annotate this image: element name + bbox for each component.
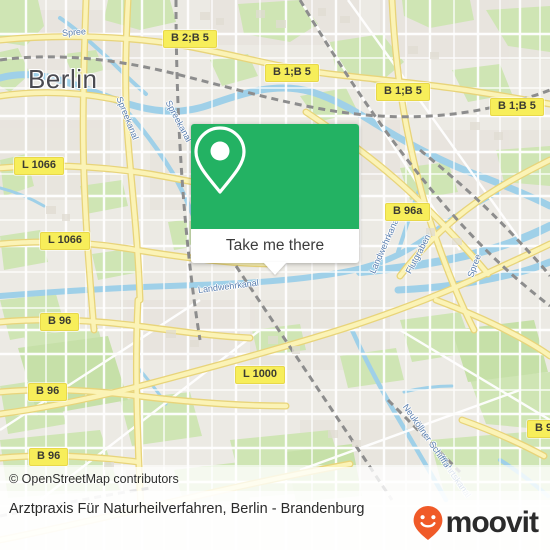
road-shield: B 9: [527, 420, 550, 438]
popup-pointer-tail: [263, 262, 287, 275]
road-shield: L 1066: [40, 232, 91, 250]
road-shield: B 1;B 5: [265, 64, 319, 82]
place-popup-card[interactable]: Take me there: [191, 124, 359, 275]
footer-bar: Arztpraxis Für Naturheilverfahren, Berli…: [0, 491, 550, 550]
road-shield: L 1066: [14, 157, 65, 175]
road-shield: B 96a: [385, 203, 431, 221]
place-popup-image: [191, 124, 359, 229]
road-shield: B 96: [40, 313, 80, 331]
road-shield: B 1;B 5: [490, 98, 544, 116]
road-shield: B 96: [29, 448, 69, 466]
map-attribution-bar: © OpenStreetMap contributors: [0, 467, 550, 491]
road-shield: L 1000: [235, 366, 286, 384]
map-pin-icon: [194, 126, 246, 194]
moovit-logo[interactable]: moovit: [412, 505, 539, 541]
road-shield: B 1;B 5: [376, 83, 430, 101]
osm-attribution-text[interactable]: © OpenStreetMap contributors: [0, 472, 179, 486]
road-shield: B 96: [28, 383, 68, 401]
moovit-pin-smiley-icon: [413, 506, 443, 540]
place-title: Arztpraxis Für Naturheilverfahren, Berli…: [9, 501, 365, 517]
take-me-there-button[interactable]: Take me there: [191, 229, 359, 263]
screenshot-root: Berlin Spree Spreekanal Spreekanal Landwehr…: [0, 0, 550, 550]
moovit-wordmark: moovit: [445, 506, 539, 539]
road-shield: B 2;B 5: [163, 30, 217, 48]
